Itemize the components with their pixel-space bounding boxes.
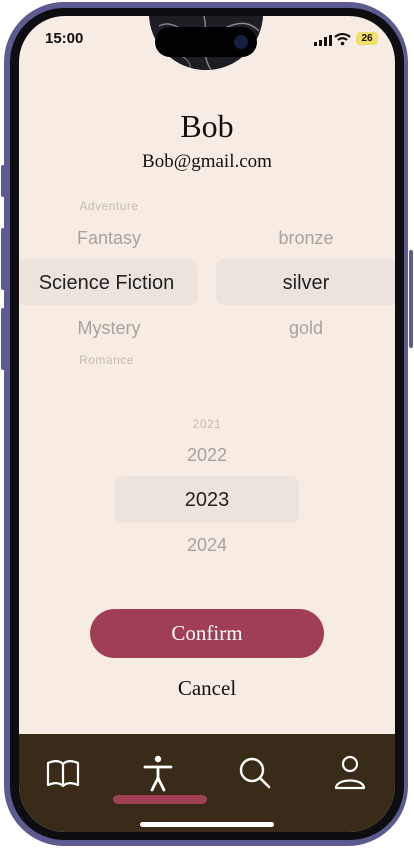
cellular-signal-icon xyxy=(314,35,332,46)
person-icon xyxy=(334,755,366,790)
picker-option[interactable]: Adventure xyxy=(19,199,199,213)
picker-option[interactable]: 2022 xyxy=(115,445,299,466)
picker-option[interactable]: 2021 xyxy=(115,417,299,431)
book-icon xyxy=(46,760,80,788)
profile-email: Bob@gmail.com xyxy=(142,151,272,172)
tab-library[interactable] xyxy=(43,752,83,792)
picker-selected-option[interactable]: 2023 xyxy=(115,489,299,512)
tab-profile[interactable] xyxy=(330,752,370,792)
accessibility-icon xyxy=(143,755,173,792)
cancel-button[interactable]: Cancel xyxy=(19,676,395,701)
status-time: 15:00 xyxy=(45,30,84,47)
tab-accessibility[interactable] xyxy=(138,752,178,792)
wifi-icon xyxy=(334,32,351,46)
side-button xyxy=(1,165,5,197)
battery-indicator: 26 xyxy=(356,32,378,45)
tab-bar xyxy=(19,734,395,832)
power-button xyxy=(409,250,413,348)
picker-selected-option[interactable]: Science Fiction xyxy=(19,272,194,295)
picker-option[interactable]: gold xyxy=(216,318,395,339)
dynamic-island xyxy=(155,27,257,57)
picker-selected-option[interactable]: silver xyxy=(216,272,395,295)
picker-option[interactable]: bronze xyxy=(216,228,395,249)
camera-icon xyxy=(234,35,248,49)
status-bar: 15:00 26 xyxy=(19,16,395,64)
active-tab-indicator xyxy=(113,795,207,804)
app-screen: 15:00 26 Bob Bob@gmail.com Adventure Fan… xyxy=(19,16,395,832)
profile-name: Bob xyxy=(180,108,234,144)
search-icon xyxy=(239,757,271,789)
home-indicator[interactable] xyxy=(140,822,274,827)
picker-option[interactable]: Mystery xyxy=(19,318,199,339)
picker-option[interactable]: 2024 xyxy=(115,535,299,556)
tab-search[interactable] xyxy=(234,752,274,792)
volume-down-button xyxy=(1,308,5,370)
confirm-button[interactable]: Confirm xyxy=(90,609,324,658)
picker-option[interactable]: Romance xyxy=(19,353,194,367)
volume-up-button xyxy=(1,228,5,290)
picker-option[interactable]: Fantasy xyxy=(19,228,199,249)
